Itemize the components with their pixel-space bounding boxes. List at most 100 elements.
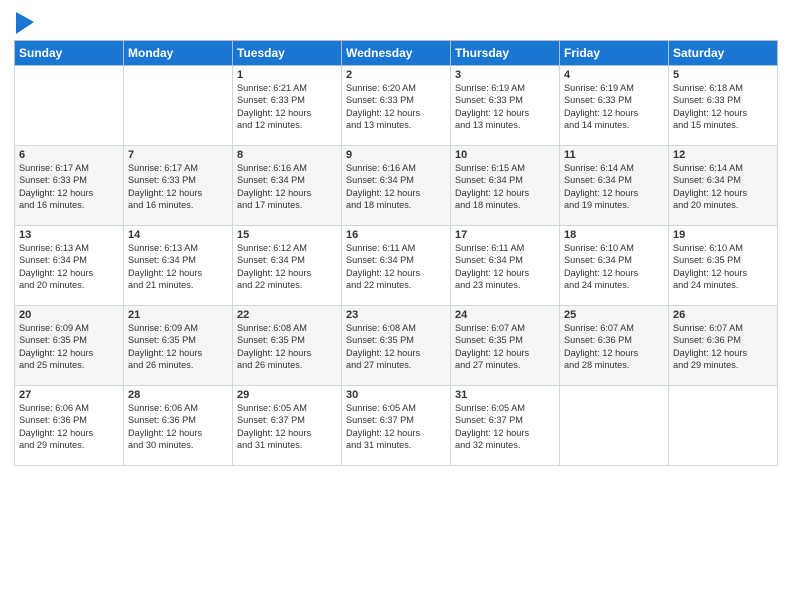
calendar-cell: 21Sunrise: 6:09 AMSunset: 6:35 PMDayligh… xyxy=(124,306,233,386)
cell-info: Sunrise: 6:15 AMSunset: 6:34 PMDaylight:… xyxy=(455,162,555,212)
day-number: 29 xyxy=(237,389,337,401)
day-number: 4 xyxy=(564,69,664,81)
calendar-week-1: 1Sunrise: 6:21 AMSunset: 6:33 PMDaylight… xyxy=(15,66,778,146)
cell-info: Sunrise: 6:19 AMSunset: 6:33 PMDaylight:… xyxy=(455,82,555,132)
calendar-cell: 14Sunrise: 6:13 AMSunset: 6:34 PMDayligh… xyxy=(124,226,233,306)
calendar-week-3: 13Sunrise: 6:13 AMSunset: 6:34 PMDayligh… xyxy=(15,226,778,306)
cell-info: Sunrise: 6:09 AMSunset: 6:35 PMDaylight:… xyxy=(128,322,228,372)
cell-info: Sunrise: 6:17 AMSunset: 6:33 PMDaylight:… xyxy=(19,162,119,212)
cell-info: Sunrise: 6:11 AMSunset: 6:34 PMDaylight:… xyxy=(455,242,555,292)
day-number: 25 xyxy=(564,309,664,321)
calendar-cell: 4Sunrise: 6:19 AMSunset: 6:33 PMDaylight… xyxy=(560,66,669,146)
cell-info: Sunrise: 6:07 AMSunset: 6:36 PMDaylight:… xyxy=(673,322,773,372)
calendar-cell: 11Sunrise: 6:14 AMSunset: 6:34 PMDayligh… xyxy=(560,146,669,226)
calendar-cell: 26Sunrise: 6:07 AMSunset: 6:36 PMDayligh… xyxy=(669,306,778,386)
cell-info: Sunrise: 6:11 AMSunset: 6:34 PMDaylight:… xyxy=(346,242,446,292)
day-number: 6 xyxy=(19,149,119,161)
calendar-cell: 28Sunrise: 6:06 AMSunset: 6:36 PMDayligh… xyxy=(124,386,233,466)
cell-info: Sunrise: 6:16 AMSunset: 6:34 PMDaylight:… xyxy=(237,162,337,212)
day-number: 21 xyxy=(128,309,228,321)
cell-info: Sunrise: 6:07 AMSunset: 6:36 PMDaylight:… xyxy=(564,322,664,372)
day-number: 16 xyxy=(346,229,446,241)
day-number: 7 xyxy=(128,149,228,161)
calendar-cell: 23Sunrise: 6:08 AMSunset: 6:35 PMDayligh… xyxy=(342,306,451,386)
day-number: 1 xyxy=(237,69,337,81)
day-number: 11 xyxy=(564,149,664,161)
cell-info: Sunrise: 6:16 AMSunset: 6:34 PMDaylight:… xyxy=(346,162,446,212)
calendar-cell: 25Sunrise: 6:07 AMSunset: 6:36 PMDayligh… xyxy=(560,306,669,386)
day-number: 2 xyxy=(346,69,446,81)
page: SundayMondayTuesdayWednesdayThursdayFrid… xyxy=(0,0,792,612)
cell-info: Sunrise: 6:05 AMSunset: 6:37 PMDaylight:… xyxy=(237,402,337,452)
calendar-cell: 20Sunrise: 6:09 AMSunset: 6:35 PMDayligh… xyxy=(15,306,124,386)
calendar-cell: 3Sunrise: 6:19 AMSunset: 6:33 PMDaylight… xyxy=(451,66,560,146)
logo-icon xyxy=(16,12,34,34)
calendar-cell: 7Sunrise: 6:17 AMSunset: 6:33 PMDaylight… xyxy=(124,146,233,226)
day-number: 15 xyxy=(237,229,337,241)
cell-info: Sunrise: 6:06 AMSunset: 6:36 PMDaylight:… xyxy=(128,402,228,452)
cell-info: Sunrise: 6:05 AMSunset: 6:37 PMDaylight:… xyxy=(455,402,555,452)
cell-info: Sunrise: 6:08 AMSunset: 6:35 PMDaylight:… xyxy=(346,322,446,372)
day-number: 26 xyxy=(673,309,773,321)
header xyxy=(14,10,778,34)
day-number: 12 xyxy=(673,149,773,161)
cell-info: Sunrise: 6:06 AMSunset: 6:36 PMDaylight:… xyxy=(19,402,119,452)
day-header-tuesday: Tuesday xyxy=(233,41,342,66)
cell-info: Sunrise: 6:08 AMSunset: 6:35 PMDaylight:… xyxy=(237,322,337,372)
calendar-cell: 24Sunrise: 6:07 AMSunset: 6:35 PMDayligh… xyxy=(451,306,560,386)
calendar-cell xyxy=(560,386,669,466)
cell-info: Sunrise: 6:21 AMSunset: 6:33 PMDaylight:… xyxy=(237,82,337,132)
cell-info: Sunrise: 6:12 AMSunset: 6:34 PMDaylight:… xyxy=(237,242,337,292)
cell-info: Sunrise: 6:19 AMSunset: 6:33 PMDaylight:… xyxy=(564,82,664,132)
calendar-cell: 2Sunrise: 6:20 AMSunset: 6:33 PMDaylight… xyxy=(342,66,451,146)
calendar-cell: 22Sunrise: 6:08 AMSunset: 6:35 PMDayligh… xyxy=(233,306,342,386)
calendar-table: SundayMondayTuesdayWednesdayThursdayFrid… xyxy=(14,40,778,466)
day-header-wednesday: Wednesday xyxy=(342,41,451,66)
day-number: 31 xyxy=(455,389,555,401)
calendar-cell: 13Sunrise: 6:13 AMSunset: 6:34 PMDayligh… xyxy=(15,226,124,306)
calendar-cell xyxy=(124,66,233,146)
cell-info: Sunrise: 6:18 AMSunset: 6:33 PMDaylight:… xyxy=(673,82,773,132)
calendar-cell: 9Sunrise: 6:16 AMSunset: 6:34 PMDaylight… xyxy=(342,146,451,226)
day-number: 22 xyxy=(237,309,337,321)
day-number: 30 xyxy=(346,389,446,401)
calendar-cell: 10Sunrise: 6:15 AMSunset: 6:34 PMDayligh… xyxy=(451,146,560,226)
calendar-cell: 6Sunrise: 6:17 AMSunset: 6:33 PMDaylight… xyxy=(15,146,124,226)
cell-info: Sunrise: 6:10 AMSunset: 6:35 PMDaylight:… xyxy=(673,242,773,292)
day-header-sunday: Sunday xyxy=(15,41,124,66)
day-number: 28 xyxy=(128,389,228,401)
day-header-monday: Monday xyxy=(124,41,233,66)
cell-info: Sunrise: 6:14 AMSunset: 6:34 PMDaylight:… xyxy=(564,162,664,212)
cell-info: Sunrise: 6:13 AMSunset: 6:34 PMDaylight:… xyxy=(19,242,119,292)
day-number: 5 xyxy=(673,69,773,81)
calendar-cell: 27Sunrise: 6:06 AMSunset: 6:36 PMDayligh… xyxy=(15,386,124,466)
day-number: 14 xyxy=(128,229,228,241)
calendar-week-4: 20 Sunrise: 6:09 AMSunset: 6:35 PMDayligh… xyxy=(15,306,778,386)
calendar-cell: 16Sunrise: 6:11 AMSunset: 6:34 PMDayligh… xyxy=(342,226,451,306)
calendar-week-5: 27Sunrise: 6:06 AMSunset: 6:36 PMDayligh… xyxy=(15,386,778,466)
day-number: 10 xyxy=(455,149,555,161)
calendar-cell xyxy=(15,66,124,146)
calendar-cell xyxy=(669,386,778,466)
calendar-cell: 8Sunrise: 6:16 AMSunset: 6:34 PMDaylight… xyxy=(233,146,342,226)
day-number: 20 xyxy=(19,309,119,321)
day-header-saturday: Saturday xyxy=(669,41,778,66)
calendar-cell: 31Sunrise: 6:05 AMSunset: 6:37 PMDayligh… xyxy=(451,386,560,466)
calendar-cell: 15Sunrise: 6:12 AMSunset: 6:34 PMDayligh… xyxy=(233,226,342,306)
cell-info: Sunrise: 6:17 AMSunset: 6:33 PMDaylight:… xyxy=(128,162,228,212)
calendar-cell: 29Sunrise: 6:05 AMSunset: 6:37 PMDayligh… xyxy=(233,386,342,466)
calendar-cell: 12Sunrise: 6:14 AMSunset: 6:34 PMDayligh… xyxy=(669,146,778,226)
calendar-header-row: SundayMondayTuesdayWednesdayThursdayFrid… xyxy=(15,41,778,66)
day-number: 23 xyxy=(346,309,446,321)
calendar-cell: 17Sunrise: 6:11 AMSunset: 6:34 PMDayligh… xyxy=(451,226,560,306)
calendar-cell: 5Sunrise: 6:18 AMSunset: 6:33 PMDaylight… xyxy=(669,66,778,146)
day-number: 13 xyxy=(19,229,119,241)
day-header-friday: Friday xyxy=(560,41,669,66)
cell-info: Sunrise: 6:07 AMSunset: 6:35 PMDaylight:… xyxy=(455,322,555,372)
cell-info: Sunrise: 6:14 AMSunset: 6:34 PMDaylight:… xyxy=(673,162,773,212)
day-number: 9 xyxy=(346,149,446,161)
day-number: 3 xyxy=(455,69,555,81)
day-number: 27 xyxy=(19,389,119,401)
day-number: 24 xyxy=(455,309,555,321)
calendar-cell: 18Sunrise: 6:10 AMSunset: 6:34 PMDayligh… xyxy=(560,226,669,306)
